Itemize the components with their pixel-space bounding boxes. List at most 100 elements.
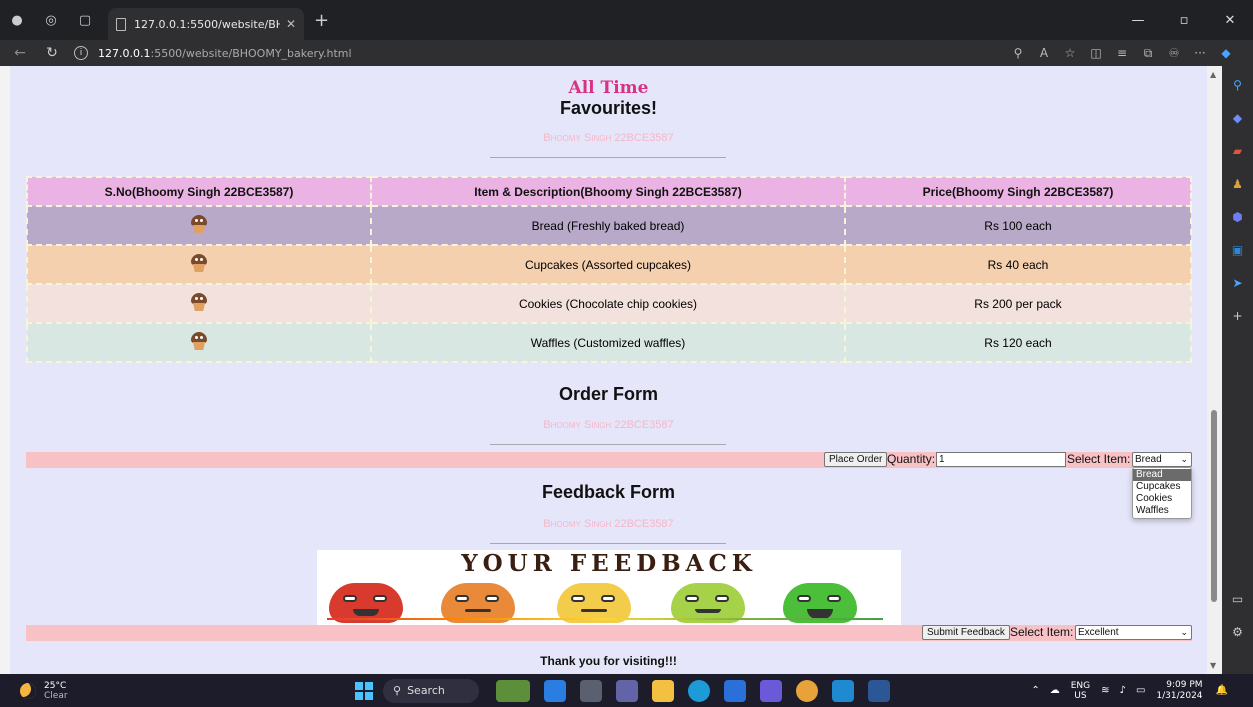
scrollbar-thumb[interactable]	[1211, 410, 1217, 602]
table-row: Waffles (Customized waffles) Rs 120 each	[26, 322, 1192, 363]
order-item-select[interactable]: Bread ⌄	[1132, 452, 1192, 467]
new-tab-icon[interactable]: +	[314, 10, 329, 31]
row-image-cell	[26, 205, 372, 246]
excited-face-icon	[783, 583, 857, 623]
neutral-face-icon	[557, 583, 631, 623]
lang-region: US	[1074, 690, 1087, 701]
order-item-selected: Bread	[1135, 454, 1162, 465]
divider	[490, 444, 726, 445]
quantity-input[interactable]: 1	[936, 452, 1066, 467]
scroll-down-icon[interactable]: ▼	[1210, 661, 1216, 670]
copilot-icon[interactable]: ◆	[1213, 46, 1239, 61]
row-item: Bread (Freshly baked bread)	[370, 205, 846, 246]
extensions-icon[interactable]: ♾	[1161, 46, 1187, 61]
table-row: Bread (Freshly baked bread) Rs 100 each	[26, 205, 1192, 246]
edge-icon[interactable]	[688, 679, 710, 702]
feedback-rating-select[interactable]: Excellent ⌄	[1075, 625, 1192, 640]
taskbar-search-label: Search	[407, 684, 445, 697]
shopping-tag-icon[interactable]: ◆	[1227, 107, 1249, 129]
byline-favourites: Bhoomy Singh 22BCE3587	[543, 132, 674, 144]
page-scrollbar[interactable]: ▲ ▼	[1207, 66, 1222, 674]
copilot-sidebar-icon[interactable]: ⬢	[1227, 206, 1249, 228]
close-window-icon[interactable]: ✕	[1207, 0, 1253, 40]
add-app-icon[interactable]: +	[1227, 305, 1249, 327]
toolbox-icon[interactable]: ▰	[1227, 140, 1249, 162]
feedback-image: YOUR FEEDBACK	[317, 550, 901, 625]
place-order-button[interactable]: Place Order	[824, 452, 888, 467]
word-icon[interactable]	[868, 679, 890, 702]
more-menu-icon[interactable]: ···	[1187, 46, 1213, 61]
battery-icon[interactable]: ▭	[1136, 685, 1145, 696]
weather-temp: 25°C	[44, 680, 67, 691]
row-price: Rs 100 each	[844, 205, 1192, 246]
dropdown-option-waffles[interactable]: Waffles	[1133, 505, 1191, 517]
feedback-image-title: YOUR FEEDBACK	[461, 550, 757, 577]
vscode-icon[interactable]	[832, 679, 854, 702]
settings-gear-icon[interactable]: ⚙	[1227, 621, 1249, 643]
sad-face-icon	[441, 583, 515, 623]
divider	[490, 157, 726, 158]
row-price: Rs 200 per pack	[844, 283, 1192, 324]
volume-icon[interactable]: ♪	[1120, 685, 1126, 696]
submit-feedback-button[interactable]: Submit Feedback	[922, 625, 1010, 640]
chrome-icon[interactable]	[796, 679, 818, 702]
collections-icon[interactable]: ⧉	[1135, 46, 1161, 61]
muffin-icon	[190, 215, 208, 233]
read-aloud-icon[interactable]: A	[1031, 46, 1057, 61]
close-tab-icon[interactable]: ✕	[286, 17, 296, 31]
search-icon[interactable]: ⚲	[1227, 74, 1249, 96]
restore-icon[interactable]: ▫	[1161, 0, 1207, 40]
row-item: Cupcakes (Assorted cupcakes)	[370, 244, 846, 285]
column-header-price: Price(Bhoomy Singh 22BCE3587)	[844, 176, 1192, 207]
order-form: Place Order Quantity: 1 Select Item: Bre…	[26, 452, 1192, 468]
url-host: 127.0.0.1	[98, 46, 151, 60]
dropdown-option-bread[interactable]: Bread	[1133, 469, 1191, 481]
url-field[interactable]: i 127.0.0.1 :5500/website/BHOOMY_bakery.…	[74, 46, 1005, 60]
outlook-icon[interactable]: ▣	[1227, 239, 1249, 261]
table-row: Cupcakes (Assorted cupcakes) Rs 40 each	[26, 244, 1192, 285]
widgets-tree-icon[interactable]	[496, 679, 530, 702]
favourites-table: S.No(Bhoomy Singh 22BCE3587) Item & Desc…	[26, 176, 1192, 363]
weather-widget[interactable]: 25°C Clear	[20, 681, 140, 701]
edge-sidebar: ⚲ ◆ ▰ ♟ ⬢ ▣ ➤ + ▭ ⚙	[1222, 66, 1253, 674]
notification-bell-icon[interactable]: 🔔	[1216, 685, 1228, 696]
browser-tab[interactable]: 127.0.0.1:5500/website/BHOOMY_ ✕	[108, 8, 304, 40]
row-image-cell	[26, 283, 372, 324]
thank-you-message: Thank you for visiting!!!	[540, 654, 677, 668]
tab-title: 127.0.0.1:5500/website/BHOOMY_	[134, 17, 280, 31]
send-icon[interactable]: ➤	[1227, 272, 1249, 294]
games-icon[interactable]: ♟	[1227, 173, 1249, 195]
photos-icon[interactable]	[760, 679, 782, 702]
teams-icon[interactable]	[616, 679, 638, 702]
site-info-icon[interactable]: i	[74, 46, 88, 60]
profile-icon[interactable]: ●	[0, 0, 34, 40]
angry-face-icon	[329, 583, 403, 623]
refresh-icon[interactable]: ↻	[40, 45, 64, 61]
workspaces-icon[interactable]: ◎	[34, 0, 68, 40]
language-indicator[interactable]: ENG US	[1071, 681, 1090, 701]
store-icon[interactable]	[724, 679, 746, 702]
task-view-icon[interactable]	[580, 679, 602, 702]
file-explorer-icon[interactable]	[652, 679, 674, 702]
taskbar-search[interactable]: ⚲ Search	[383, 678, 479, 703]
zoom-icon[interactable]: ⚲	[1005, 46, 1031, 61]
back-icon[interactable]: ←	[8, 45, 32, 61]
favorites-icon[interactable]: ≡	[1109, 46, 1135, 61]
byline-feedback: Bhoomy Singh 22BCE3587	[543, 518, 674, 530]
copilot-app-icon[interactable]	[544, 679, 566, 702]
chevron-up-icon[interactable]: ⌃	[1031, 685, 1039, 696]
scroll-up-icon[interactable]: ▲	[1210, 70, 1216, 79]
favorite-star-icon[interactable]: ☆	[1057, 46, 1083, 61]
clock[interactable]: 9:09 PM 1/31/2024	[1156, 680, 1202, 702]
sidebar-layout-icon[interactable]: ▭	[1227, 588, 1249, 610]
table-row: Cookies (Chocolate chip cookies) Rs 200 …	[26, 283, 1192, 324]
column-header-item: Item & Description(Bhoomy Singh 22BCE358…	[370, 176, 846, 207]
onedrive-icon[interactable]: ☁	[1050, 685, 1060, 696]
windows-start-icon[interactable]	[355, 681, 373, 700]
row-item: Cookies (Chocolate chip cookies)	[370, 283, 846, 324]
minimize-icon[interactable]: —	[1115, 0, 1161, 40]
tab-actions-icon[interactable]: ▢	[68, 0, 102, 40]
split-screen-icon[interactable]: ◫	[1083, 46, 1109, 61]
wifi-icon[interactable]: ≋	[1101, 685, 1109, 696]
divider	[490, 543, 726, 544]
